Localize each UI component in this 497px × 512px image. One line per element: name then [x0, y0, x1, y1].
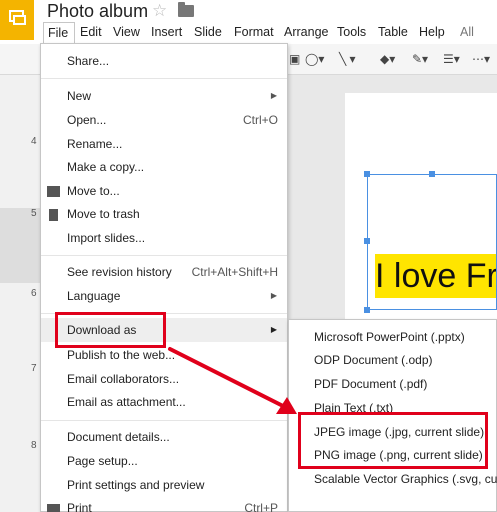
annotation-arrow — [168, 347, 297, 414]
